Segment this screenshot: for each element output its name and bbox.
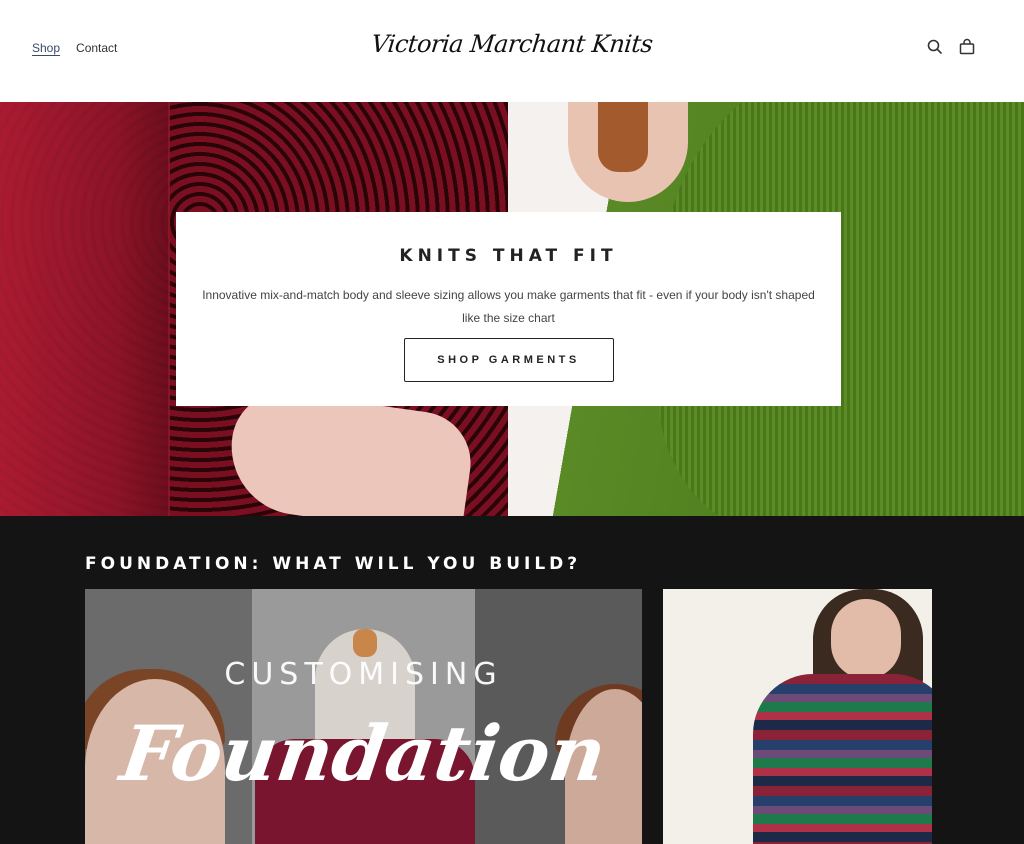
- section-title: FOUNDATION: WHAT WILL YOU BUILD?: [85, 554, 582, 574]
- striped-sweater: [753, 674, 932, 844]
- bag-icon[interactable]: [958, 38, 976, 56]
- mannequin-knob: [353, 629, 377, 657]
- shop-garments-button[interactable]: SHOP GARMENTS: [403, 338, 614, 382]
- hero-red-sleeve: [0, 102, 170, 516]
- header-icons: [926, 38, 976, 56]
- hero-description: Innovative mix-and-match body and sleeve…: [202, 288, 815, 325]
- site-logo[interactable]: Victoria Marchant Knits: [0, 30, 1024, 58]
- model-face: [831, 599, 901, 679]
- site-header: Shop Contact Victoria Marchant Knits: [0, 0, 1024, 102]
- hero-banner: KNITS THAT FIT Innovative mix-and-match …: [0, 102, 1024, 516]
- hero-card: KNITS THAT FIT Innovative mix-and-match …: [176, 212, 841, 406]
- search-icon[interactable]: [926, 38, 944, 56]
- customising-foundation-video-card[interactable]: CUSTOMISING Foundation: [85, 589, 642, 844]
- video-card-subtitle: CUSTOMISING: [224, 657, 503, 692]
- striped-sweater-photo-card[interactable]: [663, 589, 932, 844]
- hero-title: KNITS THAT FIT: [399, 246, 618, 266]
- foundation-section: FOUNDATION: WHAT WILL YOU BUILD? CUSTOMI…: [0, 516, 1024, 844]
- hero-hair: [598, 102, 648, 172]
- video-card-title: Foundation: [115, 709, 612, 798]
